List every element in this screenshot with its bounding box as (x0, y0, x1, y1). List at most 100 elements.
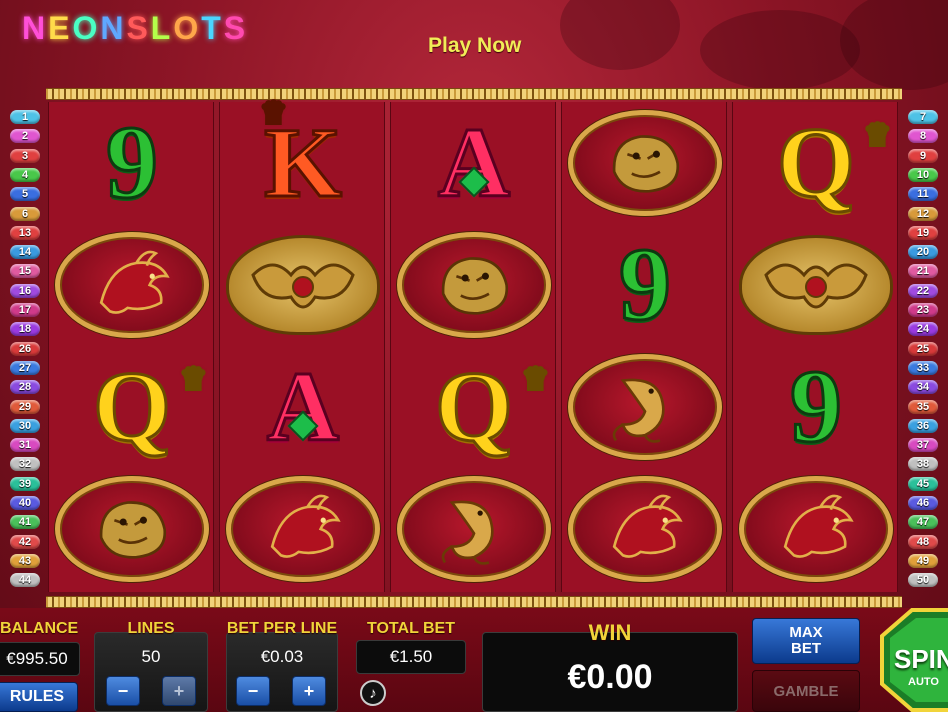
reel-cell (733, 468, 899, 590)
payline-21[interactable]: 21 (908, 264, 938, 279)
reel-cell: Q ♛ (49, 346, 215, 468)
tiger-icon (612, 135, 680, 193)
symbol-nine: 9 (105, 105, 160, 220)
music-note-icon[interactable]: ♪ (360, 680, 386, 706)
total-bet-label: TOTAL BET (367, 620, 455, 637)
payline-35[interactable]: 35 (908, 399, 938, 414)
crown-icon: ♛ (520, 363, 550, 396)
gamble-button[interactable]: GAMBLE (752, 670, 860, 712)
logo-letter: N (22, 10, 49, 46)
payline-33[interactable]: 33 (908, 360, 938, 375)
bet-minus-button[interactable]: − (236, 676, 270, 706)
logo-letter: S (126, 10, 151, 46)
reel-cell (733, 224, 899, 346)
payline-41[interactable]: 41 (10, 515, 40, 530)
win-label: WIN (588, 620, 632, 645)
payline-24[interactable]: 24 (908, 322, 938, 337)
symbol-phoenix (226, 476, 380, 582)
payline-44[interactable]: 44 (10, 573, 40, 588)
symbol-phoenix (739, 476, 893, 582)
payline-43[interactable]: 43 (10, 553, 40, 568)
payline-31[interactable]: 31 (10, 438, 40, 453)
reel-2: K ♛ A (219, 97, 386, 592)
bat-icon (764, 263, 868, 309)
payline-25[interactable]: 25 (908, 341, 938, 356)
payline-37[interactable]: 37 (908, 438, 938, 453)
payline-40[interactable]: 40 (10, 496, 40, 510)
rules-button[interactable]: RULES (0, 682, 78, 712)
phoenix-icon (612, 494, 683, 558)
payline-11[interactable]: 11 (908, 187, 938, 202)
lines-minus-button[interactable]: − (106, 676, 140, 706)
bet-per-line-label: BET PER LINE (226, 620, 338, 637)
crown-icon: ♛ (259, 97, 289, 130)
payline-20[interactable]: 20 (908, 245, 938, 260)
symbol-queen: Q ♛ (92, 351, 209, 462)
reel-cell (391, 468, 557, 590)
payline-17[interactable]: 17 (10, 303, 40, 317)
payline-19[interactable]: 19 (908, 225, 938, 240)
logo-letter: L (150, 10, 174, 46)
reel-cell: K ♛ (220, 97, 386, 224)
play-now-link[interactable]: Play Now (428, 34, 521, 58)
payline-13[interactable]: 13 (10, 225, 40, 240)
max-bet-button[interactable]: MAX BET (752, 618, 860, 664)
payline-39[interactable]: 39 (10, 476, 40, 491)
reel-3: A Q ♛ (390, 102, 556, 592)
payline-9[interactable]: 9 (908, 148, 938, 163)
payline-46[interactable]: 46 (908, 496, 938, 510)
reel-cell (49, 468, 215, 590)
payline-23[interactable]: 23 (908, 303, 938, 317)
reel-1: 9 Q ♛ (48, 102, 214, 592)
bet-plus-button[interactable]: + (292, 676, 326, 706)
reel-5: Q ♛ 9 (732, 102, 898, 592)
payline-38[interactable]: 38 (908, 457, 938, 472)
neon-slots-logo: NEONSLOTS (22, 10, 248, 47)
payline-14[interactable]: 14 (10, 245, 40, 260)
symbol-king: K ♛ (259, 97, 344, 218)
logo-letter: E (48, 10, 73, 46)
payline-48[interactable]: 48 (908, 534, 938, 549)
payline-30[interactable]: 30 (10, 418, 40, 433)
payline-45[interactable]: 45 (908, 476, 938, 491)
payline-18[interactable]: 18 (10, 322, 40, 337)
payline-3[interactable]: 3 (10, 148, 40, 163)
payline-49[interactable]: 49 (908, 553, 938, 568)
payline-36[interactable]: 36 (908, 418, 938, 433)
payline-34[interactable]: 34 (908, 380, 938, 395)
payline-4[interactable]: 4 (10, 167, 40, 182)
win-value: €0.00 (567, 658, 653, 696)
payline-26[interactable]: 26 (10, 341, 40, 356)
lines-label: LINES (127, 620, 175, 637)
payline-29[interactable]: 29 (10, 399, 40, 414)
payline-15[interactable]: 15 (10, 264, 40, 279)
background-tree (560, 0, 680, 70)
payline-7[interactable]: 7 (908, 110, 938, 124)
symbol-tiger (397, 232, 551, 338)
symbol-nine: 9 (789, 349, 844, 464)
payline-2[interactable]: 2 (10, 129, 40, 144)
payline-10[interactable]: 10 (908, 167, 938, 182)
payline-47[interactable]: 47 (908, 515, 938, 530)
gem-icon (287, 410, 319, 442)
reel-cell (562, 102, 728, 224)
payline-6[interactable]: 6 (10, 206, 40, 221)
payline-22[interactable]: 22 (908, 283, 938, 298)
payline-32[interactable]: 32 (10, 457, 40, 472)
payline-28[interactable]: 28 (10, 380, 40, 395)
payline-50[interactable]: 50 (908, 573, 938, 588)
symbol-koi (568, 354, 722, 460)
payline-8[interactable]: 8 (908, 129, 938, 144)
reel-cell: Q ♛ (733, 102, 899, 224)
payline-42[interactable]: 42 (10, 534, 40, 549)
payline-27[interactable]: 27 (10, 360, 40, 375)
payline-12[interactable]: 12 (908, 206, 938, 221)
payline-16[interactable]: 16 (10, 283, 40, 298)
game-stage: NEONSLOTS Play Now 9 Q ♛ K ♛ A A Q ♛ 9 Q ♛ 9 1234561… (0, 0, 948, 712)
spin-button[interactable]: SPIN AUTO (872, 608, 948, 712)
payline-5[interactable]: 5 (10, 187, 40, 202)
reel-area[interactable]: 9 Q ♛ K ♛ A A Q ♛ 9 Q ♛ 9 (48, 97, 900, 592)
lines-plus-button[interactable]: + (162, 676, 196, 706)
background-tree (840, 0, 948, 90)
payline-1[interactable]: 1 (10, 110, 40, 124)
